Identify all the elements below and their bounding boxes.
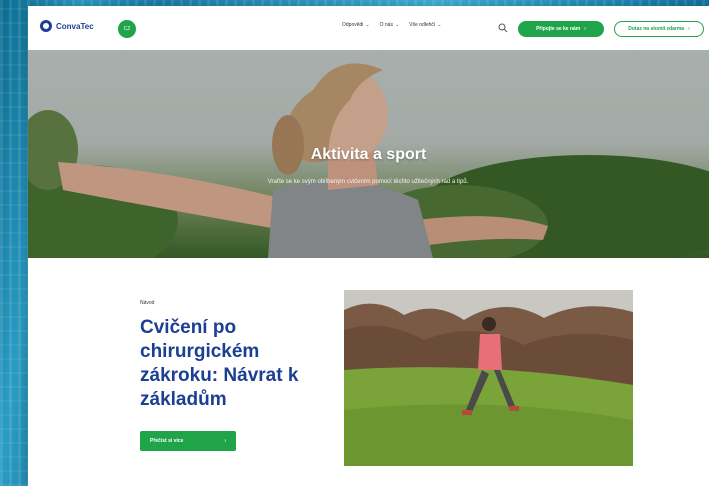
- webpage: ConvaTec CZ Odpovědi ⌄ O nás ⌄ Vše odleh…: [28, 6, 709, 486]
- chevron-down-icon: ⌄: [394, 22, 400, 28]
- hero-subtitle: Vraťte se ke svým oblíbeným cvičením pom…: [267, 179, 469, 185]
- article-eyebrow: Návod: [140, 300, 155, 306]
- nav-item-2[interactable]: O nás ⌄: [380, 22, 400, 28]
- convatec-logo[interactable]: ConvaTec: [40, 20, 94, 32]
- article-title[interactable]: Cvičení po chirurgickém zákroku: Návrat …: [140, 316, 340, 412]
- chevron-down-icon: ⌄: [365, 22, 370, 28]
- nav-item-label: Vše odlehčí: [409, 22, 436, 28]
- runner-photo: [344, 290, 633, 466]
- read-more-label: Přečíst si více: [150, 438, 184, 444]
- country-badge[interactable]: CZ: [118, 20, 136, 38]
- logo-mark-icon: [40, 20, 52, 32]
- chevron-down-icon: ⌄: [437, 22, 442, 28]
- arrow-right-icon: ›: [688, 26, 690, 32]
- hero-banner: Aktivita a sport Vraťte se ke svým oblíb…: [28, 50, 709, 258]
- arrow-right-icon: ›: [584, 26, 586, 32]
- search-icon[interactable]: [498, 23, 508, 33]
- stoma-question-button[interactable]: Dotaz na stomii zdarma ›: [614, 21, 704, 37]
- nav-item-1[interactable]: Odpovědi ⌄: [342, 22, 370, 28]
- stoma-question-label: Dotaz na stomii zdarma: [628, 26, 685, 32]
- article-image[interactable]: [344, 290, 633, 466]
- logo-text: ConvaTec: [56, 21, 94, 31]
- main-nav: Odpovědi ⌄ O nás ⌄ Vše odlehčí ⌄: [342, 22, 442, 28]
- nav-item-3[interactable]: Vše odlehčí ⌄: [409, 22, 441, 28]
- read-more-button[interactable]: Přečíst si více ›: [140, 431, 236, 451]
- arrow-right-icon: ›: [224, 438, 226, 444]
- join-button[interactable]: Připojte se ke nám ›: [518, 21, 604, 37]
- nav-item-label: Odpovědi: [342, 22, 364, 28]
- site-header: ConvaTec CZ Odpovědi ⌄ O nás ⌄ Vše odleh…: [28, 6, 709, 50]
- join-button-label: Připojte se ke nám: [536, 26, 581, 32]
- hero-title: Aktivita a sport: [310, 146, 427, 163]
- nav-item-label: O nás: [379, 22, 393, 28]
